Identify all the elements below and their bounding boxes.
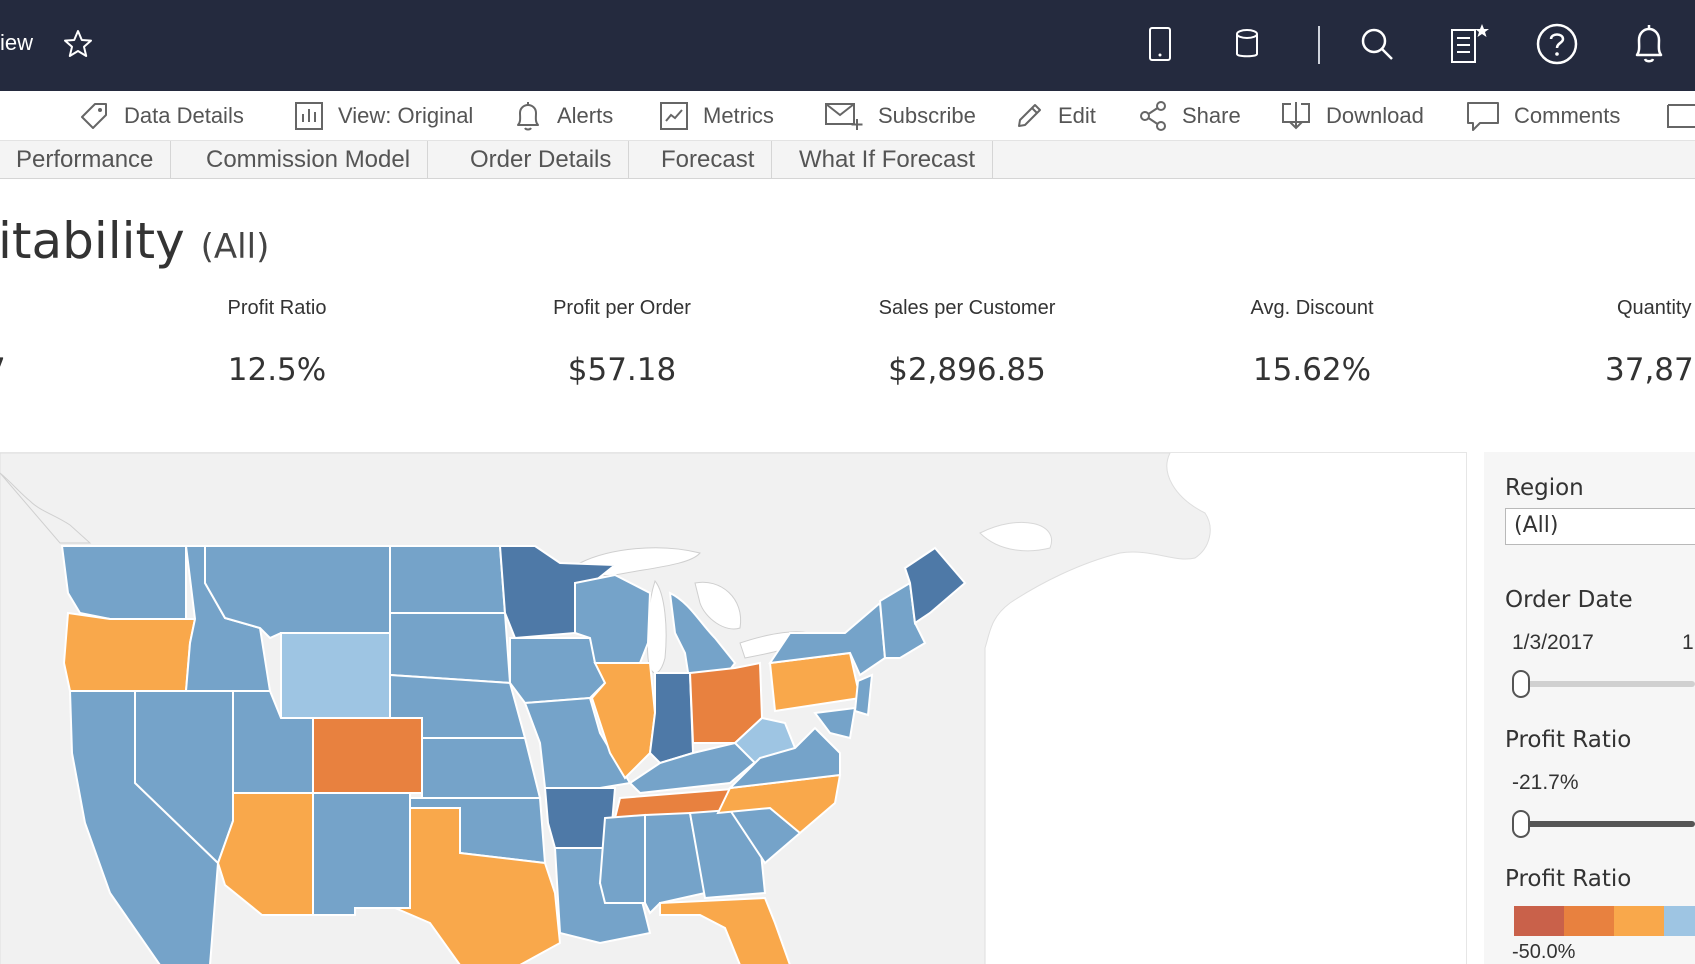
bell-icon: [517, 102, 539, 131]
order-date-start: 1/3/2017: [1512, 631, 1594, 654]
region-select-value: (All): [1514, 513, 1559, 538]
pencil-icon: [1018, 104, 1041, 127]
state-co: [312, 717, 423, 794]
dashboard-title-text: itability: [0, 212, 185, 270]
view-toolbar: Data Details View: Original Alerts Metri…: [0, 91, 1695, 141]
tab-forecast[interactable]: Forecast: [644, 141, 773, 179]
state-nd: [389, 545, 507, 614]
profit-ratio-legend-title: Profit Ratio: [1505, 866, 1632, 892]
download-button[interactable]: Download: [1280, 91, 1424, 141]
data-source-icon[interactable]: [1225, 22, 1269, 66]
bar-chart-icon: [295, 102, 323, 130]
comments-label: Comments: [1514, 103, 1621, 128]
help-icon[interactable]: [1535, 22, 1579, 66]
search-icon[interactable]: [1355, 22, 1399, 66]
profit-ratio-slider-handle[interactable]: [1512, 810, 1530, 838]
kpi-value-sales-per-customer: $2,896.85: [888, 352, 1046, 388]
metrics-label: Metrics: [703, 103, 774, 128]
state-wa: [60, 545, 187, 620]
favorite-star-icon[interactable]: [56, 22, 100, 66]
region-select[interactable]: (All): [1505, 508, 1695, 545]
tag-icon: [81, 103, 107, 129]
legend-swatch-loss-light: [1614, 906, 1664, 936]
mail-plus-icon: [825, 103, 863, 130]
state-wy: [280, 632, 391, 719]
view-original-button[interactable]: View: Original: [294, 91, 473, 141]
profit-ratio-filter-title: Profit Ratio: [1505, 727, 1632, 753]
profit-map[interactable]: [0, 452, 1467, 964]
state-ia: [509, 637, 607, 705]
state-or: [62, 611, 197, 692]
view-original-label: View: Original: [338, 103, 474, 128]
kpi-value-quantity: 37,87: [1605, 352, 1694, 388]
notifications-bell-icon[interactable]: [1627, 22, 1671, 66]
dashboard-title: itability (All): [0, 212, 269, 270]
edit-button[interactable]: Edit: [1014, 91, 1096, 141]
toolbar-divider: [1318, 26, 1320, 64]
edit-label: Edit: [1058, 103, 1096, 128]
fullscreen-button[interactable]: [1666, 91, 1695, 141]
dashboard-tabs: Performance Commission Model Order Detai…: [0, 141, 1695, 179]
state-nj: [853, 673, 874, 717]
state-sd: [389, 612, 512, 685]
kpi-value-profit-ratio: 12.5%: [227, 352, 327, 388]
comments-button[interactable]: Comments: [1466, 91, 1620, 141]
comment-icon: [1467, 102, 1499, 131]
subscribe-label: Subscribe: [878, 103, 976, 128]
us-map-svg: [0, 453, 1211, 964]
share-label: Share: [1182, 103, 1241, 128]
fullscreen-icon: [1667, 104, 1695, 128]
legend-swatch-profit-light: [1664, 906, 1695, 936]
order-date-slider-track[interactable]: [1520, 681, 1695, 687]
tab-performance[interactable]: Performance: [0, 141, 172, 179]
profit-ratio-slider-track[interactable]: [1520, 821, 1695, 827]
kpi-label-profit-per-order: Profit per Order: [553, 297, 691, 319]
top-bar: iew: [0, 0, 1695, 91]
legend-swatch-loss-mid: [1564, 906, 1614, 936]
dashboard-title-suffix: (All): [200, 227, 270, 267]
metrics-icon: [660, 102, 688, 130]
legend-min-label: -50.0%: [1512, 941, 1576, 963]
kpi-label-profit-ratio: Profit Ratio: [227, 297, 327, 319]
kpi-value-cropped: 7: [0, 352, 6, 388]
share-button[interactable]: Share: [1138, 91, 1241, 141]
view-title: iew: [0, 30, 34, 55]
kpi-label-quantity: Quantity: [1617, 297, 1692, 319]
kpi-label-avg-discount: Avg. Discount: [1250, 297, 1374, 319]
kpi-value-avg-discount: 15.62%: [1252, 352, 1372, 388]
subscribe-button[interactable]: Subscribe: [824, 91, 976, 141]
share-icon: [1140, 101, 1166, 131]
data-details-label: Data Details: [124, 103, 244, 128]
data-details-button[interactable]: Data Details: [78, 91, 244, 141]
profit-ratio-min-value: -21.7%: [1512, 771, 1579, 794]
kpi-label-sales-per-customer: Sales per Customer: [878, 297, 1056, 319]
download-label: Download: [1326, 103, 1424, 128]
alerts-button[interactable]: Alerts: [513, 91, 613, 141]
favorites-list-icon[interactable]: [1447, 22, 1491, 66]
device-preview-icon[interactable]: [1138, 22, 1182, 66]
tab-order-details[interactable]: Order Details: [453, 141, 630, 179]
tab-commission-model[interactable]: Commission Model: [189, 141, 429, 179]
kpi-value-profit-per-order: $57.18: [567, 352, 677, 388]
state-in: [648, 672, 695, 765]
download-icon: [1282, 102, 1310, 130]
order-date-end: 1: [1682, 631, 1694, 654]
order-date-slider-handle[interactable]: [1512, 670, 1530, 698]
legend-swatch-loss-dark: [1514, 906, 1564, 936]
tab-what-if-forecast[interactable]: What If Forecast: [782, 141, 994, 179]
state-ks: [421, 737, 542, 799]
state-ms: [598, 813, 646, 904]
region-filter-title: Region: [1505, 475, 1584, 501]
state-nm: [312, 792, 411, 916]
alerts-label: Alerts: [557, 103, 614, 128]
order-date-filter-title: Order Date: [1505, 587, 1633, 613]
metrics-button[interactable]: Metrics: [659, 91, 774, 141]
